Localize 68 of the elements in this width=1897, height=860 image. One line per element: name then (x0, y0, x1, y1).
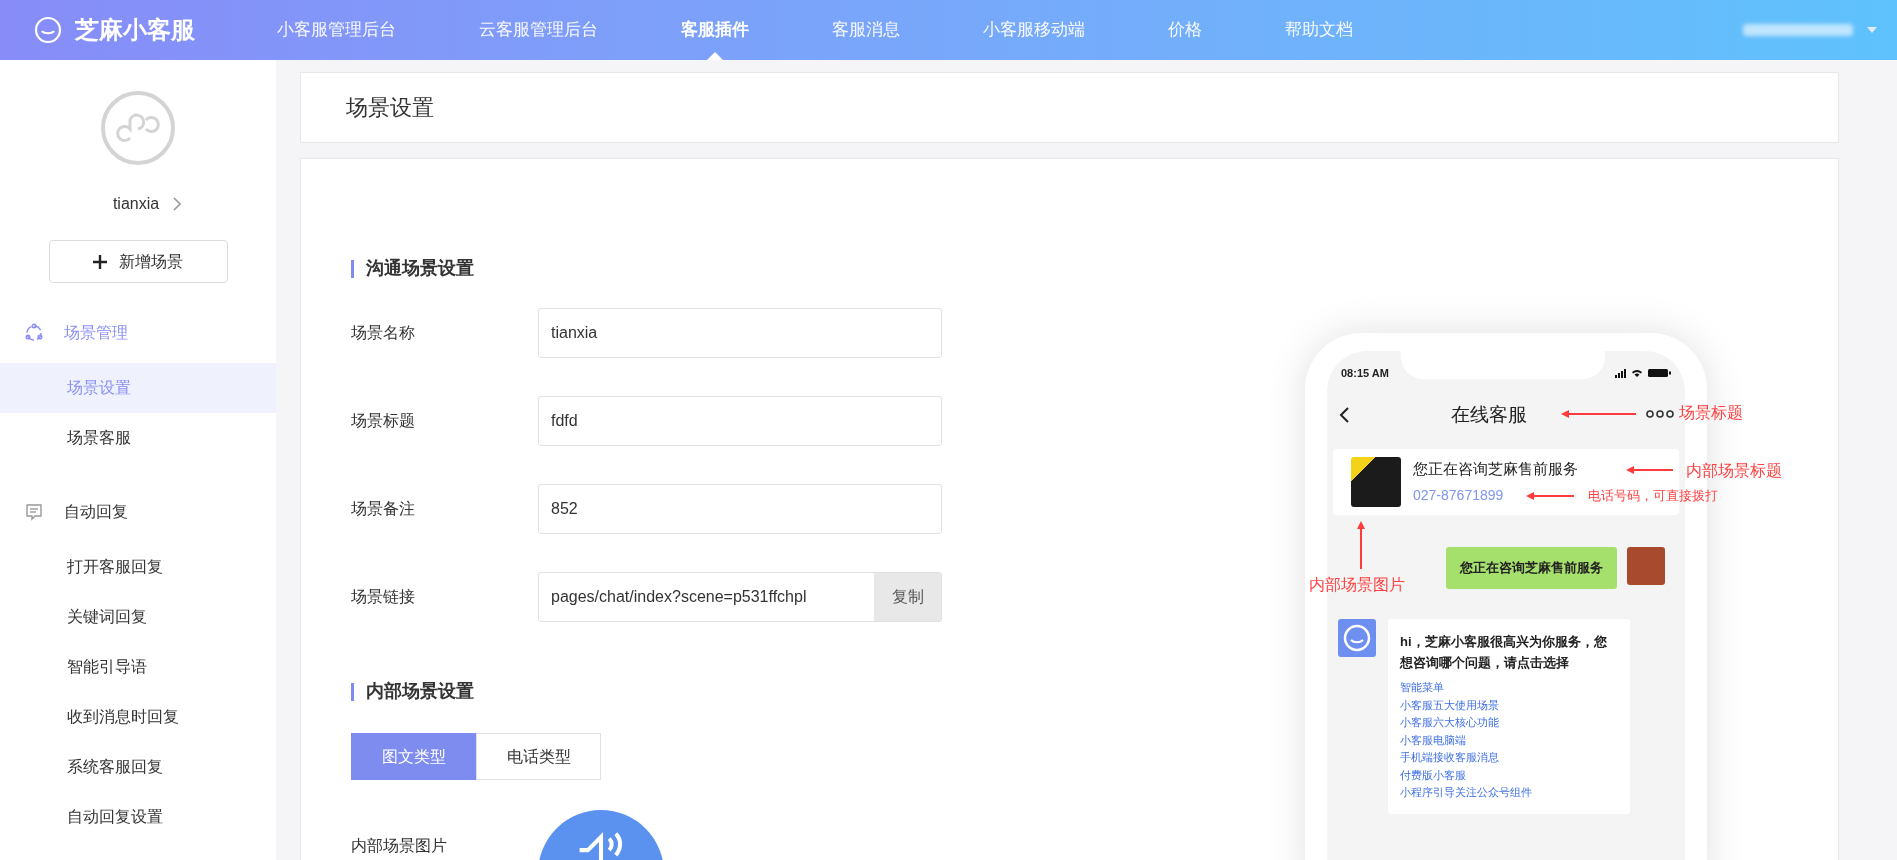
bot-link[interactable]: 付费版小客服 (1400, 766, 1618, 784)
chat-title: 在线客服 (1451, 402, 1527, 427)
section-title: 沟通场景设置 (366, 257, 474, 280)
sidebar-item[interactable]: 智能引导语 (0, 642, 276, 692)
sidebar-item[interactable]: 场景设置 (0, 363, 276, 413)
status-time: 08:15 AM (1341, 365, 1389, 381)
nav-tab[interactable]: 客服插件 (667, 0, 763, 60)
scene-image (1351, 457, 1401, 507)
card-phone[interactable]: 027-87671899 (1413, 484, 1578, 506)
sidebar-item[interactable]: 自动回复设置 (0, 792, 276, 842)
nav-tab[interactable]: 小客服管理后台 (263, 0, 410, 60)
wifi-icon (1632, 369, 1642, 377)
input-field[interactable]: 852 (538, 484, 942, 534)
field-label: 场景备注 (351, 499, 416, 519)
copy-button[interactable]: 复制 (874, 573, 941, 621)
chevron-right-icon[interactable] (173, 197, 182, 211)
brand-name: 芝麻小客服 (75, 15, 195, 45)
add-scene-button[interactable]: 新增场景 (48, 240, 228, 283)
phone-arrow (1526, 491, 1574, 501)
caret-icon[interactable] (1867, 27, 1877, 33)
sidebar-group-title[interactable]: 自动回复 (64, 500, 128, 524)
smile-logo-icon (33, 15, 63, 45)
bot-link[interactable]: 小客服电脑端 (1400, 731, 1618, 749)
bot-link[interactable]: 小程序引导关注公众号组件 (1400, 784, 1618, 802)
more-icon (1646, 410, 1674, 418)
profile-name[interactable]: tianxia (112, 192, 160, 216)
bot-link[interactable]: 小客服五大使用场景 (1400, 696, 1618, 714)
bot-link[interactable]: 小客服六大核心功能 (1400, 714, 1618, 732)
annotation-label: 内部场景标题 (1686, 461, 1782, 481)
type-tab[interactable]: 图文类型 (351, 733, 476, 780)
circle-nodes-icon (24, 323, 44, 343)
annotation-label: 内部场景图片 (1309, 575, 1405, 595)
field-label: 内部场景图片 (351, 836, 448, 856)
field-label: 场景标题 (351, 411, 416, 431)
link-input-field[interactable]: pages/chat/index?scene=p531ffchpl 复制 (538, 572, 942, 622)
speaker-icon (578, 832, 624, 860)
message-icon (24, 502, 44, 522)
bot-link[interactable]: 智能菜单 (1400, 679, 1618, 697)
back-icon[interactable] (1339, 407, 1349, 423)
battery-icon (1648, 368, 1671, 378)
input-field[interactable]: tianxia (538, 308, 942, 358)
user-message: 您正在咨询芝麻售前服务 (1446, 547, 1617, 589)
sidebar-item[interactable]: 系统客服回复 (0, 742, 276, 792)
section-title: 内部场景设置 (366, 680, 474, 703)
bot-link[interactable]: 手机端接收客服消息 (1400, 749, 1618, 767)
type-tab[interactable]: 电话类型 (476, 733, 601, 780)
page-title: 场景设置 (346, 94, 434, 122)
nav-tab[interactable]: 云客服管理后台 (465, 0, 612, 60)
card-title: 您正在咨询芝麻售前服务 (1413, 459, 1578, 480)
mini-program-logo-icon (100, 90, 176, 166)
active-pointer-icon (707, 52, 723, 60)
sidebar-item[interactable]: 场景客服 (0, 413, 276, 463)
annotation-label: 场景标题 (1679, 403, 1743, 423)
signal-icon (1615, 368, 1626, 378)
annotation-label: 电话号码，可直接拨打 (1588, 487, 1718, 505)
field-label: 场景名称 (351, 323, 416, 343)
sidebar-group-title[interactable]: 场景管理 (64, 321, 128, 345)
sidebar-item[interactable]: 关键词回复 (0, 592, 276, 642)
bot-avatar-icon (1338, 619, 1376, 657)
image-arrow (1356, 521, 1366, 569)
sidebar-item[interactable]: 收到消息时回复 (0, 692, 276, 742)
sidebar-item[interactable]: 打开客服回复 (0, 542, 276, 592)
bot-message: hi，芝麻小客服很高兴为你服务，您想咨询哪个问题，请点击选择 (1400, 633, 1608, 672)
input-field[interactable]: fdfd (538, 396, 942, 446)
user-avatar (1627, 547, 1665, 585)
card-title-arrow (1626, 465, 1673, 475)
field-label: 场景链接 (351, 587, 416, 607)
plus-icon (93, 254, 107, 269)
